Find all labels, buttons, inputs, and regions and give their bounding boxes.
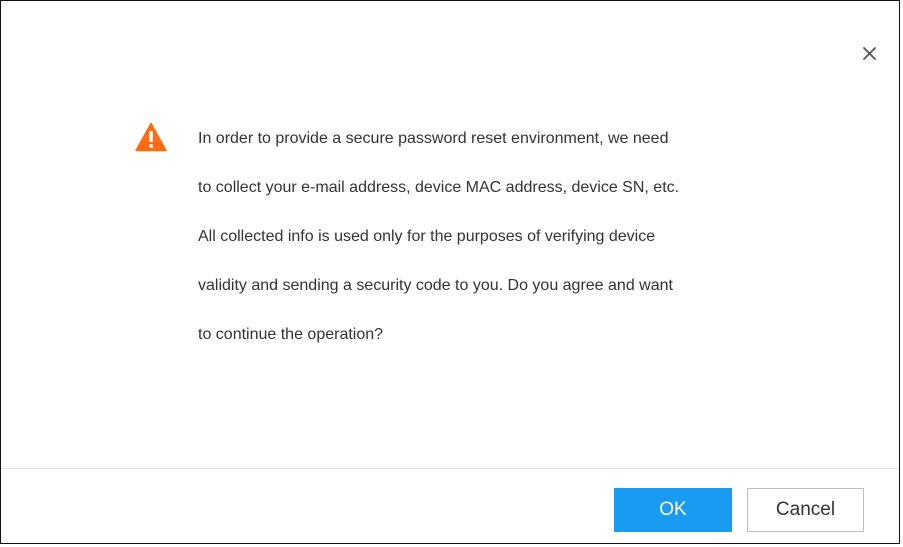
password-reset-consent-dialog: In order to provide a secure password re… <box>0 0 900 544</box>
message-line: In order to provide a secure password re… <box>198 130 669 147</box>
dialog-message: In order to provide a secure password re… <box>198 118 838 363</box>
ok-button[interactable]: OK <box>614 488 732 532</box>
footer-divider <box>1 468 899 469</box>
warning-triangle-icon <box>135 122 167 152</box>
close-icon[interactable] <box>858 42 882 66</box>
message-line: to collect your e-mail address, device M… <box>198 179 680 196</box>
message-line: All collected info is used only for the … <box>198 228 656 245</box>
message-line: validity and sending a security code to … <box>198 277 673 294</box>
message-line: to continue the operation? <box>198 326 384 343</box>
close-button[interactable] <box>858 42 882 66</box>
cancel-button[interactable]: Cancel <box>747 488 864 532</box>
